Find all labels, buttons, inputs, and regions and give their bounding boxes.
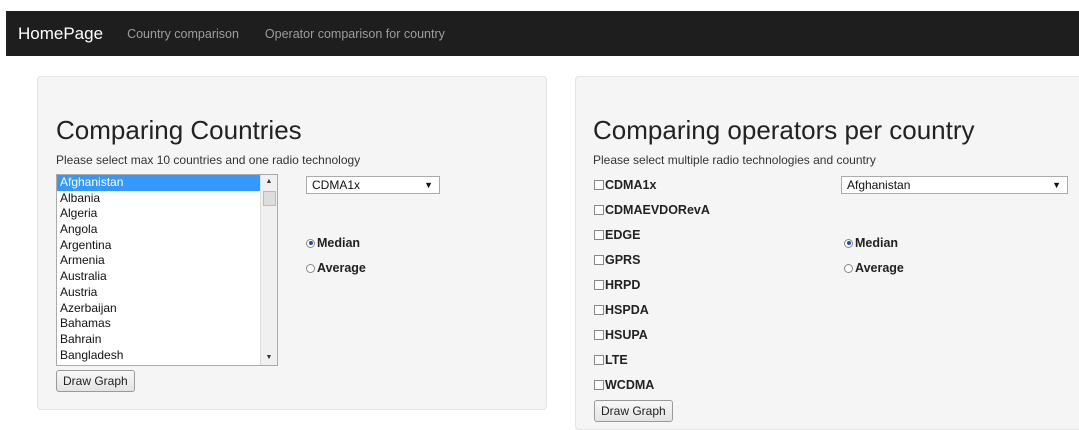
checkbox-lte[interactable]: LTE (594, 353, 628, 367)
country-select-value: Afghanistan (847, 178, 911, 192)
checkbox-gprs[interactable]: GPRS (594, 253, 640, 267)
list-item[interactable]: Bangladesh (57, 348, 277, 364)
list-item[interactable]: Bahamas (57, 316, 277, 332)
checkbox-label: WCDMA (605, 378, 655, 392)
list-item[interactable]: Angola (57, 222, 277, 238)
list-item[interactable]: Albania (57, 191, 277, 207)
dropdown-arrow-icon: ▼ (424, 180, 433, 190)
median-radio-option[interactable]: Median (306, 236, 360, 250)
checkbox-label: HRPD (605, 278, 641, 292)
median-label: Median (855, 236, 899, 250)
checkbox-cdmaevdoreva[interactable]: CDMAEVDORevA (594, 203, 710, 217)
checkbox-wcdma[interactable]: WCDMA (594, 378, 654, 392)
scroll-up-icon[interactable]: ▲ (261, 175, 277, 189)
list-item[interactable]: Bahrain (57, 332, 277, 348)
checkbox-hspda[interactable]: HSPDA (594, 303, 649, 317)
average-radio[interactable] (306, 263, 315, 273)
checkbox[interactable] (594, 305, 604, 315)
draw-graph-button[interactable]: Draw Graph (594, 400, 673, 422)
average-label: Average (855, 261, 904, 275)
nav-operator-comparison[interactable]: Operator comparison for country (265, 27, 445, 41)
checkbox[interactable] (594, 280, 604, 290)
average-radio-option[interactable]: Average (306, 261, 366, 275)
checkbox-hsupa[interactable]: HSUPA (594, 328, 648, 342)
checkbox[interactable] (594, 330, 604, 340)
average-label: Average (317, 261, 366, 275)
checkbox-hrpd[interactable]: HRPD (594, 278, 640, 292)
country-select[interactable]: Afghanistan ▼ (841, 176, 1068, 194)
checkbox-label: CDMAEVDORevA (605, 203, 710, 217)
brand-link[interactable]: HomePage (18, 24, 103, 44)
checkbox[interactable] (594, 255, 604, 265)
checkbox[interactable] (594, 355, 604, 365)
nav-country-comparison[interactable]: Country comparison (127, 27, 239, 41)
checkbox[interactable] (594, 205, 604, 215)
list-item[interactable]: Austria (57, 285, 277, 301)
section-title: Comparing operators per country (593, 115, 975, 145)
list-item[interactable]: Algeria (57, 206, 277, 222)
average-radio-option[interactable]: Average (844, 261, 904, 275)
checkbox-edge[interactable]: EDGE (594, 228, 640, 242)
operator-comparison-panel: Comparing operators per country Please s… (575, 76, 1079, 430)
list-item[interactable]: Australia (57, 269, 277, 285)
dropdown-arrow-icon: ▼ (1052, 180, 1061, 190)
instructions-text: Please select max 10 countries and one r… (56, 153, 361, 167)
technology-select[interactable]: CDMA1x ▼ (306, 176, 440, 194)
technology-select-value: CDMA1x (312, 178, 361, 192)
country-listbox[interactable]: Afghanistan Albania Algeria Angola Argen… (56, 174, 278, 366)
checkbox-label: HSPDA (605, 303, 649, 317)
checkbox-label: EDGE (605, 228, 641, 242)
checkbox-label: HSUPA (605, 328, 648, 342)
draw-graph-button[interactable]: Draw Graph (56, 370, 135, 392)
median-radio-option[interactable]: Median (844, 236, 898, 250)
checkbox[interactable] (594, 230, 604, 240)
checkbox-label: CDMA1x (605, 178, 657, 192)
checkbox[interactable] (594, 180, 604, 190)
average-radio[interactable] (844, 263, 853, 273)
median-radio[interactable] (306, 238, 315, 248)
list-item[interactable]: Azerbaijan (57, 301, 277, 317)
scrollbar-thumb[interactable] (263, 191, 276, 206)
list-item[interactable]: Armenia (57, 253, 277, 269)
list-item-afghanistan[interactable]: Afghanistan (57, 175, 260, 191)
list-item[interactable]: Argentina (57, 238, 277, 254)
country-comparison-panel: Comparing Countries Please select max 10… (37, 76, 547, 410)
listbox-scrollbar[interactable]: ▲ ▼ (260, 175, 277, 365)
scroll-down-icon[interactable]: ▼ (261, 351, 277, 365)
checkbox-cdma1x[interactable]: CDMA1x (594, 178, 656, 192)
checkbox-label: GPRS (605, 253, 641, 267)
checkbox-label: LTE (605, 353, 628, 367)
checkbox[interactable] (594, 380, 604, 390)
page-title: Comparing Countries (56, 115, 302, 145)
median-radio[interactable] (844, 238, 853, 248)
navbar: HomePage Country comparison Operator com… (6, 11, 1079, 56)
instructions-text: Please select multiple radio technologie… (593, 153, 876, 167)
median-label: Median (317, 236, 361, 250)
